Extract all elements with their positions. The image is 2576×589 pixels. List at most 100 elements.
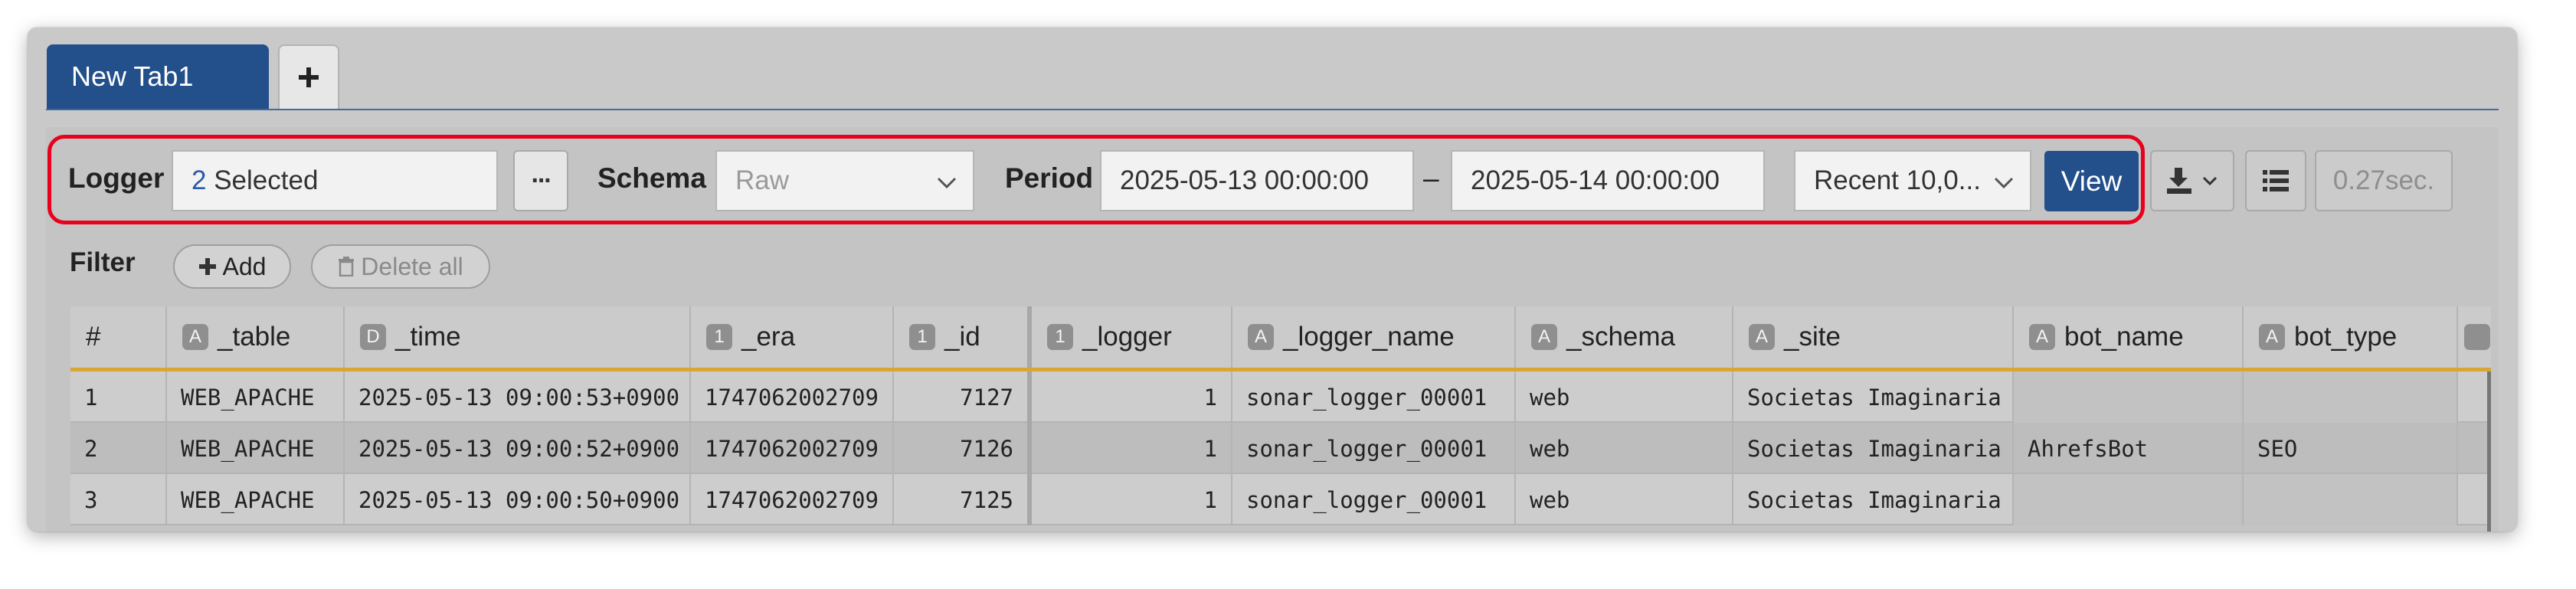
period-start-value: 2025-05-13 00:00:00 [1120, 165, 1369, 195]
cell-table: WEB_APACHE [167, 371, 345, 423]
columns-button[interactable] [2245, 150, 2306, 211]
cell-time: 2025-05-13 09:00:52+0900 [345, 423, 691, 474]
filter-label: Filter [70, 247, 136, 277]
column-header-overflow[interactable] [2458, 306, 2491, 368]
column-header-logger-name[interactable]: A _logger_name [1232, 306, 1516, 368]
chevron-down-icon [2202, 176, 2218, 186]
column-header-id[interactable]: 1 _id [894, 306, 1032, 368]
column-header-bot-name[interactable]: Abot_name [2014, 306, 2244, 368]
column-header-logger[interactable]: 1 _logger [1032, 306, 1232, 368]
type-badge: A [1531, 324, 1557, 350]
trash-icon [339, 257, 355, 277]
column-header-label: _logger [1082, 322, 1172, 352]
filter-add-button[interactable]: Add [173, 244, 291, 289]
column-header-site[interactable]: A _site [1733, 306, 2014, 368]
logger-more-button[interactable]: ··· [513, 150, 568, 211]
list-icon [2263, 170, 2289, 191]
logger-label: Logger [68, 162, 165, 194]
cell-row-number: 1 [70, 371, 167, 423]
schema-select[interactable]: Raw [715, 150, 974, 211]
column-header-time[interactable]: D _time [345, 306, 691, 368]
more-icon: ··· [531, 165, 553, 195]
plus-icon [299, 67, 319, 87]
period-separator: – [1423, 162, 1439, 194]
recent-select[interactable]: Recent 10,0... [1794, 150, 2031, 211]
period-start-input[interactable]: 2025-05-13 00:00:00 [1100, 150, 1414, 211]
table-row[interactable]: 3 WEB_APACHE 2025-05-13 09:00:50+0900 17… [70, 474, 2491, 525]
table-row[interactable]: 2 WEB_APACHE 2025-05-13 09:00:52+0900 17… [70, 423, 2491, 474]
app-window: New Tab1 Logger 2 Selected ··· Schema Ra… [28, 28, 2517, 532]
schema-label: Schema [597, 162, 706, 194]
column-header-label: _site [1784, 322, 1841, 352]
cell-site: Societas Imaginaria [1733, 371, 2014, 423]
download-button[interactable] [2150, 150, 2234, 211]
cell-bot-type [2244, 474, 2458, 525]
period-end-input[interactable]: 2025-05-14 00:00:00 [1451, 150, 1765, 211]
recent-select-value: Recent 10,0... [1814, 165, 1981, 195]
cell-bot-name: AhrefsBot [2014, 423, 2244, 474]
cell-bot-type [2244, 371, 2458, 423]
type-badge: A [182, 324, 208, 350]
column-header-label: _era [741, 322, 796, 352]
column-header-label: _table [218, 322, 291, 352]
cell-era: 1747062002709 [691, 371, 894, 423]
type-badge: A [1248, 324, 1274, 350]
download-icon [2167, 168, 2191, 194]
logger-selected-count: 2 [191, 165, 207, 195]
cell-bot-type: SEO [2244, 423, 2458, 474]
cell-id: 7127 [894, 371, 1032, 423]
plus-icon [198, 258, 216, 275]
type-badge: A [2259, 324, 2285, 350]
table-row[interactable]: 1 WEB_APACHE 2025-05-13 09:00:53+0900 17… [70, 371, 2491, 423]
schema-select-value: Raw [735, 165, 790, 195]
cell-schema: web [1516, 371, 1733, 423]
filter-delete-all-button[interactable]: Delete all [311, 244, 490, 289]
cell-id: 7125 [894, 474, 1032, 525]
type-badge: A [2029, 324, 2055, 350]
filter-delete-all-label: Delete all [361, 252, 463, 280]
column-header-label: bot_name [2064, 322, 2184, 352]
cell-row-number: 2 [70, 423, 167, 474]
column-header-row-number[interactable]: # [70, 306, 167, 368]
column-header-bot-type[interactable]: Abot_type [2244, 306, 2458, 368]
type-badge: 1 [706, 324, 732, 350]
column-header-schema[interactable]: A _schema [1516, 306, 1733, 368]
cell-table: WEB_APACHE [167, 423, 345, 474]
tab-bar-divider [46, 109, 2499, 110]
view-button[interactable]: View [2044, 151, 2139, 211]
elapsed-time: 0.27sec. [2315, 150, 2453, 211]
column-header-label: _schema [1566, 322, 1676, 352]
period-end-value: 2025-05-14 00:00:00 [1471, 165, 1720, 195]
cell-table: WEB_APACHE [167, 474, 345, 525]
cell-logger: 1 [1032, 423, 1232, 474]
cell-schema: web [1516, 423, 1733, 474]
type-badge: A [1749, 324, 1775, 350]
cell-era: 1747062002709 [691, 474, 894, 525]
cell-logger: 1 [1032, 474, 1232, 525]
column-header-label: _time [395, 322, 461, 352]
grid-vertical-scrollbar[interactable] [2487, 371, 2491, 532]
type-badge [2464, 324, 2490, 350]
cell-row-number: 3 [70, 474, 167, 525]
cell-bot-name [2014, 474, 2244, 525]
chevron-down-icon [1994, 177, 2014, 189]
column-header-label: _logger_name [1283, 322, 1455, 352]
column-header-table[interactable]: A _table [167, 306, 345, 368]
type-badge: 1 [909, 324, 935, 350]
add-tab-button[interactable] [278, 44, 339, 109]
tab-new-tab1[interactable]: New Tab1 [47, 44, 269, 109]
cell-logger-name: sonar_logger_00001 [1232, 371, 1516, 423]
filter-add-label: Add [222, 252, 267, 280]
results-grid: # A _table D _time 1 _era 1 _id 1 _logger A _l… [70, 306, 2491, 532]
logger-select[interactable]: 2 Selected [172, 150, 498, 211]
type-badge: D [360, 324, 386, 350]
cell-bot-name [2014, 371, 2244, 423]
cell-site: Societas Imaginaria [1733, 474, 2014, 525]
logger-selected-text: Selected [214, 165, 319, 195]
column-header-label: _id [944, 322, 980, 352]
cell-logger: 1 [1032, 371, 1232, 423]
column-header-era[interactable]: 1 _era [691, 306, 894, 368]
cell-logger-name: sonar_logger_00001 [1232, 423, 1516, 474]
cell-id: 7126 [894, 423, 1032, 474]
cell-era: 1747062002709 [691, 423, 894, 474]
